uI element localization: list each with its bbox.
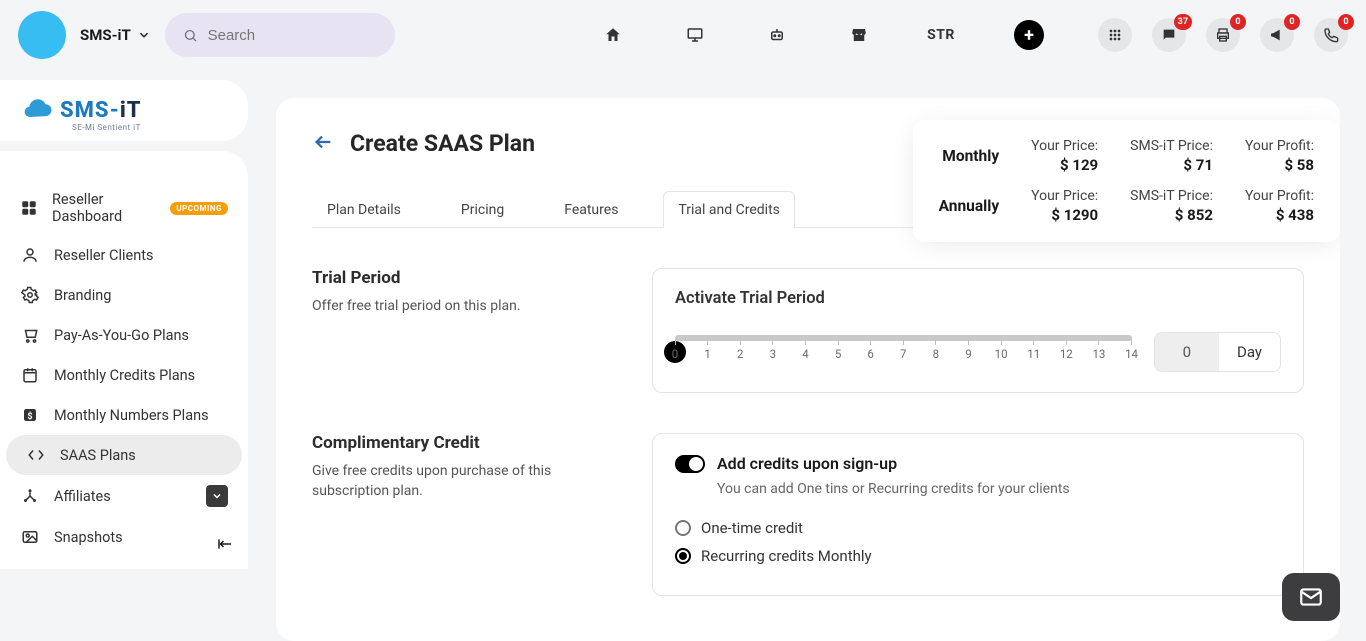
affiliates-icon [20, 486, 40, 506]
cloud-icon [20, 99, 54, 123]
phone-badge: 0 [1338, 14, 1354, 30]
sidebar-item-payg-plans[interactable]: Pay-As-You-Go Plans [0, 315, 248, 355]
row-annually-label: Annually [939, 197, 1000, 215]
svg-text:$: $ [27, 411, 32, 422]
price-summary-card: Monthly Your Price:$ 129 SMS-iT Price:$ … [913, 120, 1340, 242]
sidebar-item-label: Affiliates [54, 488, 111, 505]
radio-recurring[interactable]: Recurring credits Monthly [675, 547, 1281, 565]
left-column: SMS-iT SE-Mi Sentient iT Reseller Dashbo… [0, 70, 248, 569]
sidebar-item-monthly-numbers[interactable]: $ Monthly Numbers Plans [0, 395, 248, 435]
nav-str-link[interactable]: STR [932, 26, 950, 44]
image-icon [20, 527, 40, 547]
promo-badge: 0 [1284, 14, 1300, 30]
sidebar-item-label: SAAS Plans [60, 447, 136, 464]
trial-slider-row: 01234567891011121314 0 Day [675, 332, 1281, 372]
tab-plan-details[interactable]: Plan Details [312, 191, 416, 228]
sidebar-item-saas-plans[interactable]: SAAS Plans [6, 435, 242, 475]
megaphone-icon[interactable]: 0 [1260, 18, 1294, 52]
collapse-sidebar-button[interactable] [216, 535, 234, 557]
logo-tagline: SE-Mi Sentient iT [72, 123, 141, 132]
monitor-icon[interactable] [686, 26, 704, 44]
tab-pricing[interactable]: Pricing [446, 191, 519, 228]
expand-toggle[interactable] [206, 485, 228, 507]
section-trial-period: Trial Period Offer free trial period on … [312, 268, 1304, 393]
topbar-right-icons: 37 0 0 0 [1098, 18, 1348, 52]
radio-one-time[interactable]: One-time credit [675, 519, 1281, 537]
trial-card-title: Activate Trial Period [675, 289, 1281, 308]
credit-toggle-label: Add credits upon sign-up [717, 454, 897, 473]
tab-trial-credits[interactable]: Trial and Credits [663, 191, 794, 228]
trial-unit: Day [1219, 333, 1280, 371]
print-badge: 0 [1230, 14, 1246, 30]
credit-desc: Give free credits upon purchase of this … [312, 461, 612, 502]
back-button[interactable] [312, 131, 334, 157]
support-mail-button[interactable] [1282, 573, 1340, 621]
section-complimentary-credit: Complimentary Credit Give free credits u… [312, 433, 1304, 596]
store-icon[interactable] [850, 26, 868, 44]
trial-value[interactable]: 0 [1155, 333, 1219, 371]
add-button[interactable]: + [1014, 20, 1044, 50]
tab-features[interactable]: Features [549, 191, 633, 228]
search-icon [183, 27, 198, 44]
chat-badge: 37 [1174, 14, 1192, 30]
gear-icon [20, 285, 40, 305]
apps-grid-icon[interactable] [1098, 18, 1132, 52]
page-title: Create SAAS Plan [350, 130, 535, 157]
robot-icon[interactable] [768, 26, 786, 44]
upcoming-tag: UPCOMING [170, 202, 228, 215]
chevron-down-icon [137, 28, 151, 42]
sidebar-item-reseller-clients[interactable]: Reseller Clients [0, 235, 248, 275]
sidebar-item-label: Branding [54, 287, 111, 304]
home-icon[interactable] [604, 26, 622, 44]
sidebar-item-label: Monthly Numbers Plans [54, 407, 209, 424]
sidebar-item-label: Reseller Clients [54, 247, 153, 264]
sidebar-item-label: Monthly Credits Plans [54, 367, 195, 384]
search-box[interactable] [165, 13, 395, 57]
logo-text: SMS-iT [60, 98, 142, 123]
sidebar: Reseller Dashboard UPCOMING Reseller Cli… [0, 151, 248, 569]
print-icon[interactable]: 0 [1206, 18, 1240, 52]
cart-icon [20, 325, 40, 345]
row-monthly-label: Monthly [939, 147, 1000, 165]
top-nav-icons: STR + [604, 20, 1044, 50]
credit-header: Complimentary Credit [312, 433, 612, 453]
radio-icon [675, 520, 691, 536]
trial-header: Trial Period [312, 268, 612, 288]
sidebar-item-monthly-credits[interactable]: Monthly Credits Plans [0, 355, 248, 395]
trial-desc: Offer free trial period on this plan. [312, 296, 612, 316]
main-panel: Create SAAS Plan Monthly Your Price:$ 12… [276, 98, 1340, 641]
search-input[interactable] [208, 27, 377, 44]
sidebar-item-label: Pay-As-You-Go Plans [54, 327, 189, 344]
dollar-icon: $ [20, 405, 40, 425]
credit-toggle[interactable] [675, 455, 705, 473]
credit-card: Add credits upon sign-up You can add One… [652, 433, 1304, 596]
chat-icon[interactable]: 37 [1152, 18, 1186, 52]
phone-icon[interactable]: 0 [1314, 18, 1348, 52]
sidebar-item-branding[interactable]: Branding [0, 275, 248, 315]
credit-toggle-sub: You can add One tins or Recurring credit… [717, 481, 1281, 497]
trial-card: Activate Trial Period 012345678910111213… [652, 268, 1304, 393]
sidebar-item-affiliates[interactable]: Affiliates [0, 475, 248, 517]
user-icon [20, 245, 40, 265]
sidebar-item-label: Snapshots [54, 529, 123, 546]
dashboard-icon [20, 198, 38, 218]
topbar: SMS-iT STR + 37 0 0 0 [0, 0, 1366, 70]
sidebar-item-label: Reseller Dashboard [52, 191, 156, 225]
brand-dropdown[interactable]: SMS-iT [80, 26, 151, 44]
trial-slider[interactable]: 01234567891011121314 [675, 335, 1132, 369]
code-icon [26, 445, 46, 465]
calendar-icon [20, 365, 40, 385]
radio-icon [675, 548, 691, 564]
trial-value-box: 0 Day [1154, 332, 1281, 372]
brand-label: SMS-iT [80, 26, 131, 44]
slider-ticks: 01234567891011121314 [675, 347, 1132, 361]
sidebar-item-snapshots[interactable]: Snapshots [0, 517, 248, 557]
sidebar-item-reseller-dashboard[interactable]: Reseller Dashboard UPCOMING [0, 181, 248, 235]
user-avatar[interactable] [18, 11, 66, 59]
logo-card: SMS-iT SE-Mi Sentient iT [0, 80, 248, 141]
